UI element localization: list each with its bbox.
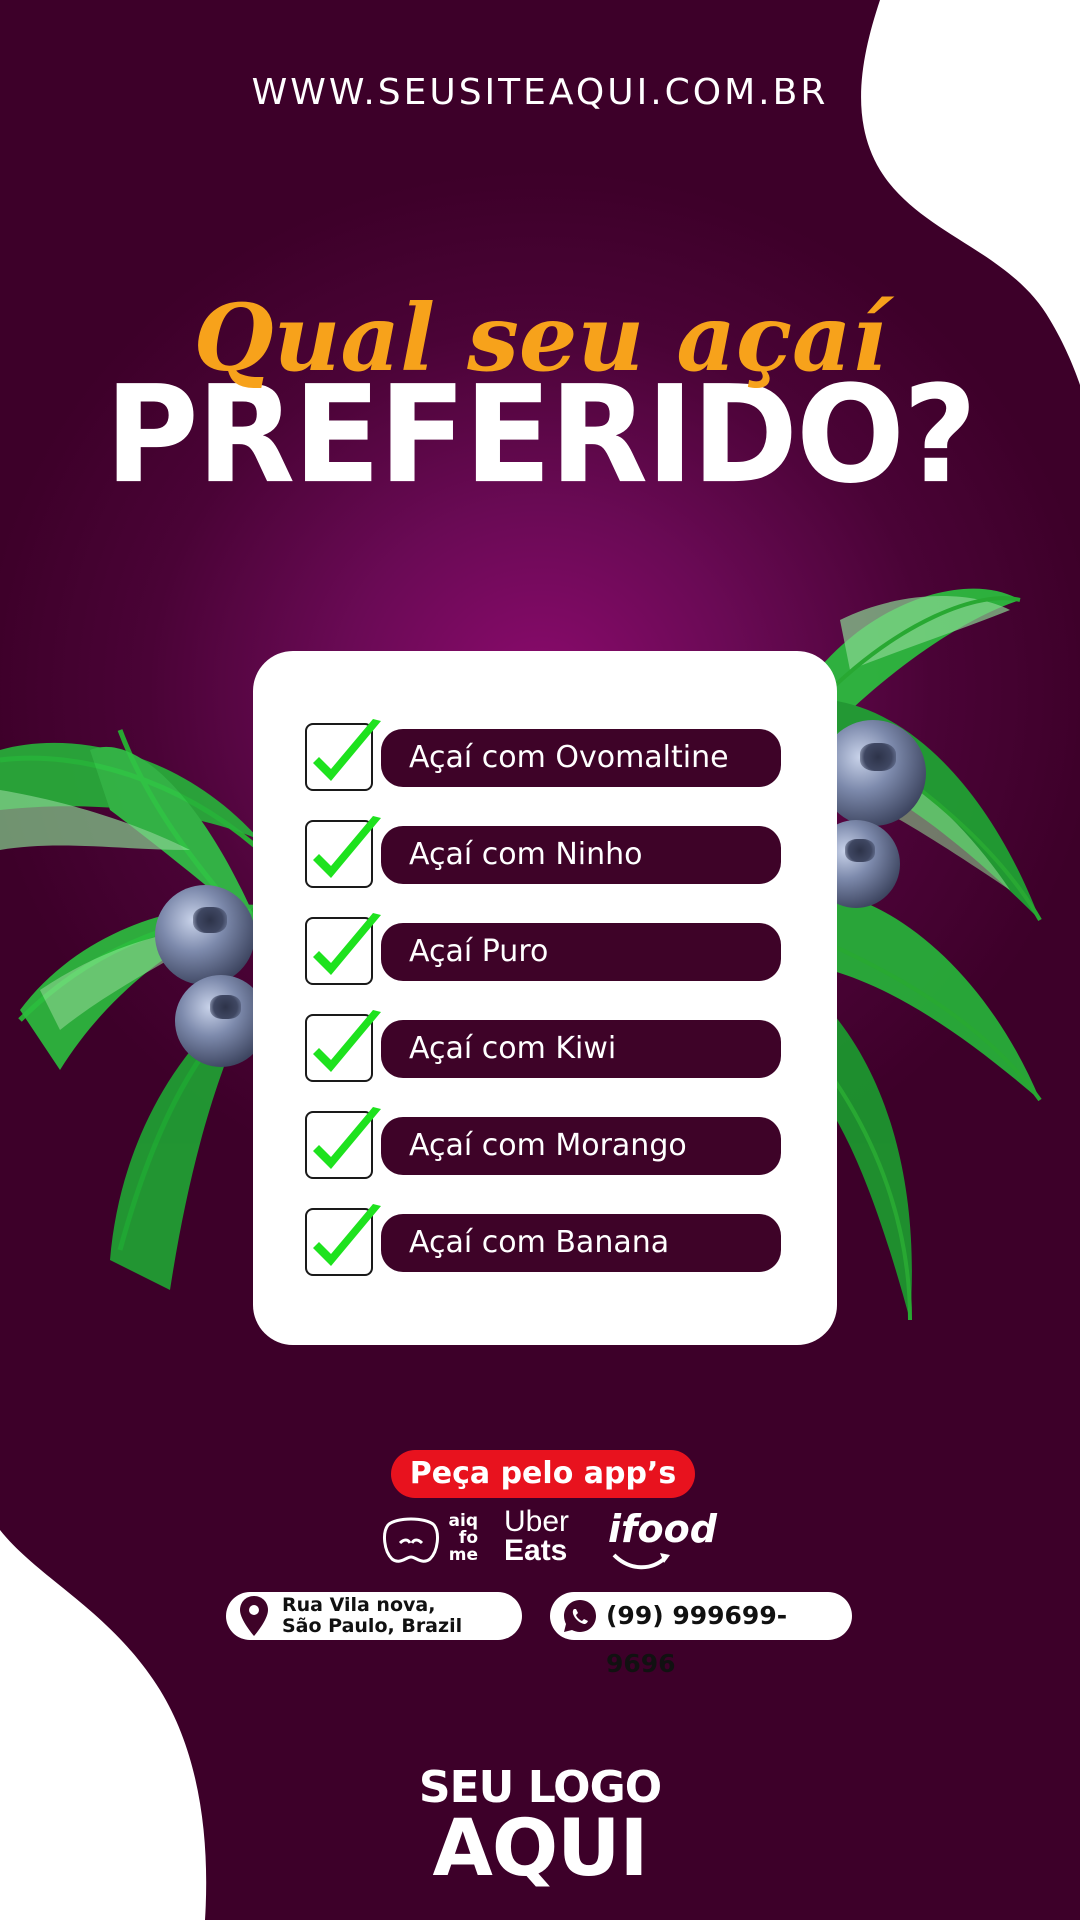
- option-item[interactable]: Açaí Puro: [305, 913, 785, 985]
- ubereats-text: Uber: [504, 1505, 570, 1538]
- phone-number: (99) 999699-9696: [606, 1601, 788, 1678]
- aiqfome-face-icon: [383, 1517, 439, 1563]
- ifood-text: ifood: [608, 1507, 717, 1551]
- ifood-logo[interactable]: ifood: [608, 1507, 717, 1570]
- aiqfome-logo[interactable]: aiq fo me: [380, 1513, 480, 1569]
- option-label: Açaí com Kiwi: [381, 1020, 781, 1078]
- ubereats-logo[interactable]: Uber Eats: [504, 1505, 570, 1567]
- address-line2: São Paulo, Brazil: [282, 1615, 463, 1637]
- address-pill[interactable]: Rua Vila nova, São Paulo, Brazil: [226, 1592, 522, 1640]
- delivery-apps: aiq fo me Uber Eats ifood: [380, 1505, 717, 1573]
- check-icon: [313, 913, 381, 975]
- option-label: Açaí com Morango: [381, 1117, 781, 1175]
- option-item[interactable]: Açaí com Ovomaltine: [305, 719, 785, 791]
- checkbox[interactable]: [305, 1107, 381, 1179]
- option-item[interactable]: Açaí com Ninho: [305, 816, 785, 888]
- ubereats-text: Eats: [504, 1534, 568, 1567]
- checkbox[interactable]: [305, 913, 381, 985]
- brand-logo: SEU LOGO AQUI: [0, 1765, 1080, 1894]
- address-line1: Rua Vila nova,: [282, 1594, 436, 1616]
- website-url[interactable]: WWW.SEUSITEAQUI.COM.BR: [0, 72, 1080, 113]
- option-label: Açaí Puro: [381, 923, 781, 981]
- blueberry: [155, 885, 255, 985]
- check-icon: [313, 1107, 381, 1169]
- headline-script: Qual seu açaí: [193, 284, 887, 392]
- option-item[interactable]: Açaí com Kiwi: [305, 1010, 785, 1082]
- checkbox[interactable]: [305, 719, 381, 791]
- options-card: Açaí com Ovomaltine Açaí com Ninho Açaí …: [253, 651, 837, 1345]
- checkbox[interactable]: [305, 816, 381, 888]
- palm-leaves-right: [810, 588, 1042, 1321]
- ifood-smile-icon: [612, 1553, 670, 1570]
- logo-line2: AQUI: [432, 1804, 648, 1894]
- option-item[interactable]: Açaí com Morango: [305, 1107, 785, 1179]
- aiqfome-text: me: [448, 1545, 478, 1565]
- check-icon: [313, 1204, 381, 1266]
- option-label: Açaí com Ninho: [381, 826, 781, 884]
- checkbox[interactable]: [305, 1204, 381, 1276]
- whatsapp-icon: [564, 1600, 596, 1632]
- map-pin-icon: [240, 1596, 268, 1636]
- option-label: Açaí com Ovomaltine: [381, 729, 781, 787]
- order-badge: Peça pelo app’s: [391, 1450, 695, 1498]
- phone-pill[interactable]: (99) 999699-9696: [550, 1592, 852, 1678]
- option-item[interactable]: Açaí com Banana: [305, 1204, 785, 1276]
- check-icon: [313, 719, 381, 781]
- check-icon: [313, 1010, 381, 1072]
- check-icon: [313, 816, 381, 878]
- option-label: Açaí com Banana: [381, 1214, 781, 1272]
- checkbox[interactable]: [305, 1010, 381, 1082]
- poster: WWW.SEUSITEAQUI.COM.BR PREFERIDO? Qual s…: [0, 0, 1080, 1920]
